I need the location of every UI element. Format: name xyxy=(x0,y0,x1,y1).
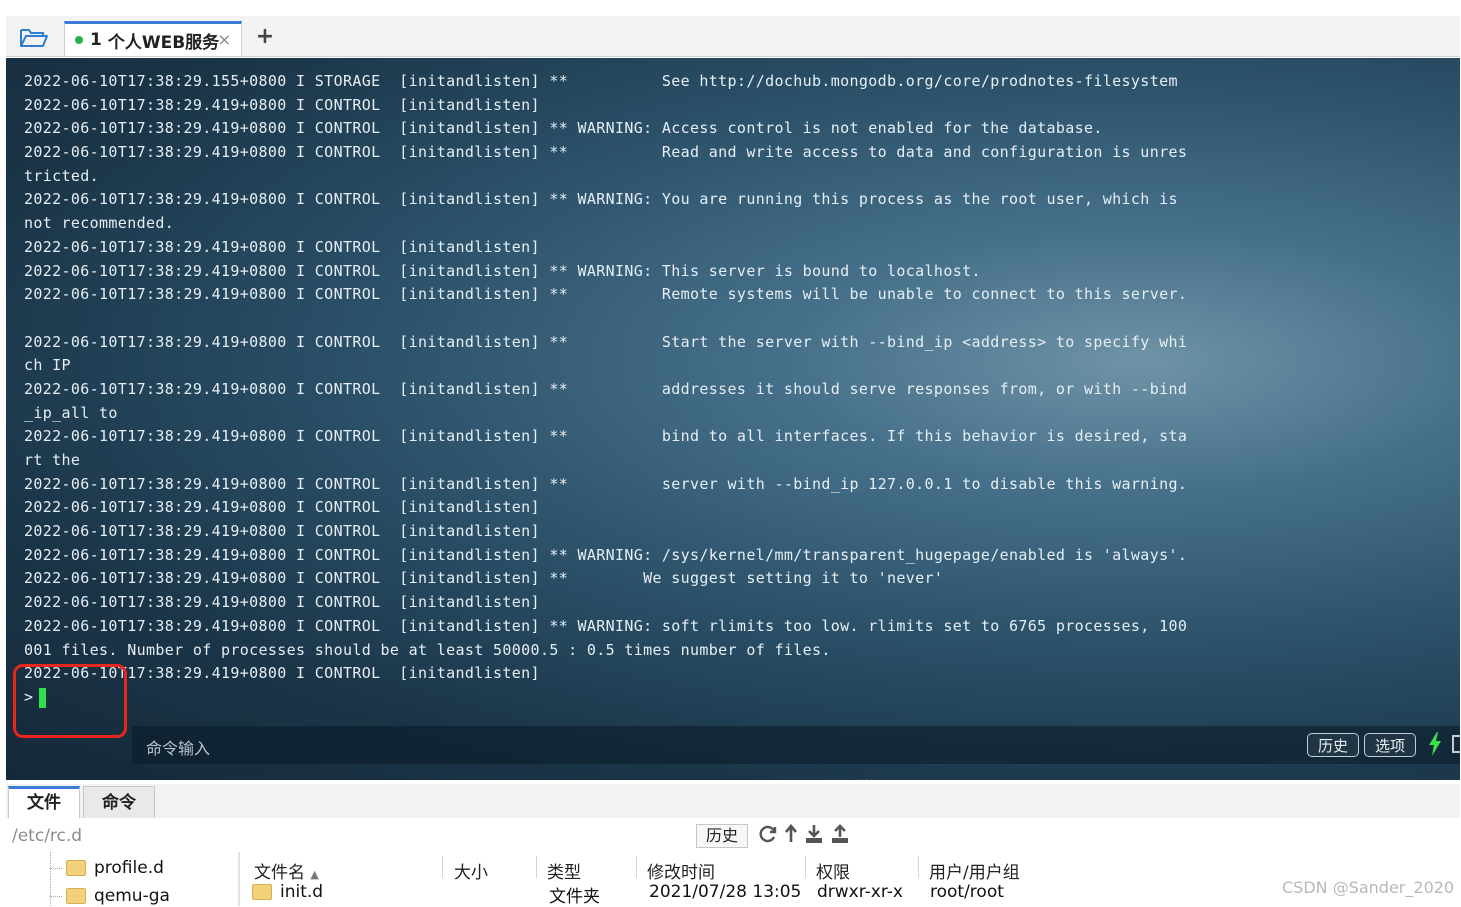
directory-tree: profile.d qemu-ga xyxy=(6,852,240,906)
terminal-line: 2022-06-10T17:38:29.419+0800 I CONTROL [… xyxy=(24,261,981,280)
download-icon[interactable] xyxy=(804,824,824,844)
terminal-line: 2022-06-10T17:38:29.419+0800 I CONTROL [… xyxy=(24,545,1188,564)
file-type: 文件夹 xyxy=(549,887,600,907)
tree-item-qemu-ga[interactable]: qemu-ga xyxy=(50,886,170,906)
terminal-output: 2022-06-10T17:38:29.155+0800 I STORAGE [… xyxy=(24,70,1187,710)
terminal-line: 2022-06-10T17:38:29.419+0800 I CONTROL [… xyxy=(24,190,1178,209)
column-header-size[interactable]: 大小 xyxy=(454,858,488,883)
command-input-bar[interactable]: 命令输入 历史 选项 xyxy=(132,726,1460,764)
file-modified: 2021/07/28 13:05 xyxy=(649,882,802,902)
prompt-highlight-box xyxy=(13,664,127,738)
column-header-type[interactable]: 类型 xyxy=(547,858,581,883)
tab-title: 个人WEB服务 xyxy=(107,32,220,53)
terminal-line: rt the xyxy=(24,451,81,469)
terminal-pane[interactable]: 2022-06-10T17:38:29.155+0800 I STORAGE [… xyxy=(6,58,1460,780)
lightning-icon[interactable] xyxy=(1428,732,1442,760)
column-separator[interactable] xyxy=(636,856,637,878)
terminal-line: 2022-06-10T17:38:29.419+0800 I CONTROL [… xyxy=(24,427,1188,446)
sort-ascending-icon: ▲ xyxy=(310,868,319,881)
close-icon[interactable]: × xyxy=(218,30,231,49)
file-browser: profile.d qemu-ga 文件名 ▲ 大小 类型 修改时间 权限 用户… xyxy=(6,852,1460,907)
terminal-line: 2022-06-10T17:38:29.419+0800 I CONTROL [… xyxy=(24,95,540,114)
file-owner: root/root xyxy=(930,882,1004,902)
path-bar: /etc/rc.d 历史 xyxy=(6,818,1460,853)
folder-icon xyxy=(252,884,272,900)
file-permissions: drwxr-xr-x xyxy=(817,882,903,902)
folder-icon xyxy=(66,888,86,904)
column-header-label: 文件名 xyxy=(254,863,305,883)
up-directory-icon[interactable] xyxy=(784,824,798,844)
column-header-modified[interactable]: 修改时间 xyxy=(647,858,715,883)
tree-item-label: qemu-ga xyxy=(94,886,170,906)
tree-item-label: profile.d xyxy=(94,858,164,878)
terminal-line: not recommended. xyxy=(24,214,175,233)
terminal-line: tricted. xyxy=(24,166,100,185)
tree-item-profile-d[interactable]: profile.d xyxy=(50,858,164,878)
terminal-line: 2022-06-10T17:38:29.419+0800 I CONTROL [… xyxy=(24,332,1188,351)
tab-session-web[interactable]: 1 个人WEB服务 × xyxy=(64,21,242,56)
tab-commands[interactable]: 命令 xyxy=(83,786,155,818)
file-toolbar xyxy=(758,824,850,844)
watermark: CSDN @Sander_2020 xyxy=(1282,878,1455,897)
column-separator[interactable] xyxy=(442,856,443,878)
terminal-line: 2022-06-10T17:38:29.419+0800 I CONTROL [… xyxy=(24,593,540,612)
terminal-line: 2022-06-10T17:38:29.419+0800 I CONTROL [… xyxy=(24,285,1188,304)
terminal-line: 2022-06-10T17:38:29.155+0800 I STORAGE [… xyxy=(24,72,1178,90)
file-name-cell: init.d xyxy=(252,882,323,902)
split-window-icon[interactable] xyxy=(1452,734,1460,758)
tree-branch xyxy=(50,867,62,869)
terminal-line: 2022-06-10T17:38:29.419+0800 I CONTROL [… xyxy=(24,522,540,541)
bottom-tab-bar: 文件 命令 xyxy=(6,784,1460,819)
terminal-line: 2022-06-10T17:38:29.419+0800 I CONTROL [… xyxy=(24,119,1103,138)
history-button[interactable]: 历史 xyxy=(1307,733,1360,757)
column-separator[interactable] xyxy=(918,856,919,878)
column-header-owner[interactable]: 用户/用户组 xyxy=(929,858,1020,883)
terminal-line: 2022-06-10T17:38:29.419+0800 I CONTROL [… xyxy=(24,664,540,683)
status-dot-icon xyxy=(75,36,83,44)
terminal-line: ch IP xyxy=(24,356,71,375)
terminal-line: 2022-06-10T17:38:29.419+0800 I CONTROL [… xyxy=(24,474,1188,493)
terminal-line: 2022-06-10T17:38:29.419+0800 I CONTROL [… xyxy=(24,379,1188,398)
folder-open-icon[interactable] xyxy=(14,22,54,52)
path-history-button[interactable]: 历史 xyxy=(696,824,748,848)
upload-icon[interactable] xyxy=(830,824,850,844)
column-header-name[interactable]: 文件名 ▲ xyxy=(254,858,319,883)
path-input[interactable]: /etc/rc.d xyxy=(12,826,82,846)
refresh-icon[interactable] xyxy=(758,824,778,844)
folder-icon xyxy=(66,860,86,876)
terminal-line: 2022-06-10T17:38:29.419+0800 I CONTROL [… xyxy=(24,237,540,256)
options-button[interactable]: 选项 xyxy=(1364,733,1417,757)
file-name: init.d xyxy=(280,882,324,902)
column-separator[interactable] xyxy=(805,856,806,878)
tree-branch xyxy=(50,895,62,897)
terminal-line: 2022-06-10T17:38:29.419+0800 I CONTROL [… xyxy=(24,498,540,517)
tab-number: 1 xyxy=(90,30,102,50)
column-header-permissions[interactable]: 权限 xyxy=(816,858,850,883)
command-input-placeholder[interactable]: 命令输入 xyxy=(146,735,210,759)
terminal-line: 2022-06-10T17:38:29.419+0800 I CONTROL [… xyxy=(24,143,1188,162)
terminal-line: 2022-06-10T17:38:29.419+0800 I CONTROL [… xyxy=(24,569,944,588)
tab-files[interactable]: 文件 xyxy=(8,786,80,818)
session-tab-bar: 1 个人WEB服务 × + xyxy=(6,16,1460,57)
resize-handle-icon[interactable]: ···· xyxy=(856,774,874,780)
terminal-line: 001 files. Number of processes should be… xyxy=(24,640,831,659)
shell-prompt[interactable]: > xyxy=(24,686,1187,710)
new-tab-button[interactable]: + xyxy=(252,22,278,52)
terminal-line: _ip_all to xyxy=(24,403,118,422)
column-separator[interactable] xyxy=(536,856,537,878)
terminal-line: 2022-06-10T17:38:29.419+0800 I CONTROL [… xyxy=(24,616,1188,635)
